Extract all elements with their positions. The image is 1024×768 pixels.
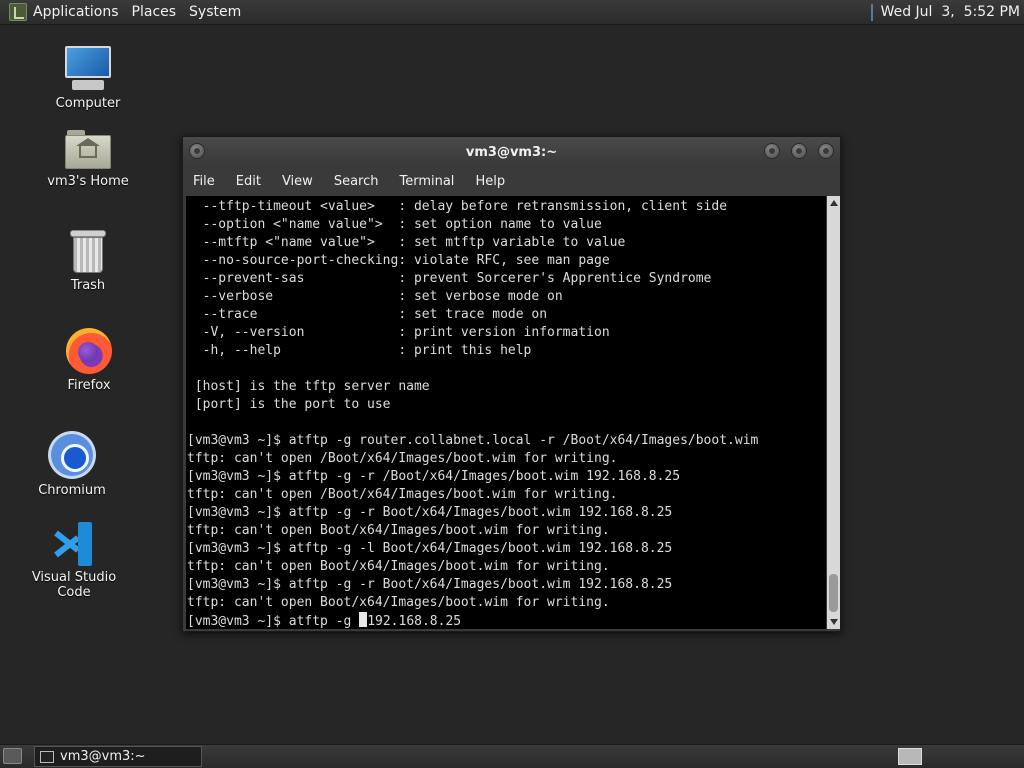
terminal-menubar: File Edit View Search Terminal Help [183, 167, 840, 196]
taskbar-window-label: vm3@vm3:~ [60, 749, 146, 764]
menu-terminal[interactable]: Terminal [399, 174, 454, 189]
minimize-button[interactable] [764, 143, 780, 159]
menu-view[interactable]: View [282, 174, 313, 189]
prompt-text: [vm3@vm3 ~]$ atftp -g [187, 614, 360, 629]
terminal-line: -h, --help : print this help [187, 343, 532, 358]
terminal-line: [port] is the port to use [187, 397, 391, 412]
terminal-line: [vm3@vm3 ~]$ atftp -g -l Boot/x64/Images… [187, 541, 673, 556]
show-desktop-icon[interactable] [3, 748, 22, 764]
window-title: vm3@vm3:~ [465, 144, 558, 160]
terminal-line: --mtftp <"name value"> : set mtftp varia… [187, 235, 626, 250]
desktop-icon-label: Chromium [38, 483, 106, 498]
terminal-line: -V, --version : print version informatio… [187, 325, 610, 340]
workspace-switcher[interactable] [898, 748, 922, 765]
desktop-icon-label: vm3's Home [47, 174, 129, 189]
menu-edit[interactable]: Edit [236, 174, 261, 189]
clock[interactable]: Wed Jul 3, 5:52 PM [881, 4, 1020, 20]
scroll-up-arrow-icon[interactable] [830, 200, 838, 206]
terminal-prompt-line[interactable]: [vm3@vm3 ~]$ atftp -g 192.168.8.25 [187, 612, 826, 629]
desktop-icon-trash[interactable]: Trash [28, 230, 148, 293]
terminal-line: tftp: can't open /Boot/x64/Images/boot.w… [187, 487, 618, 502]
terminal-scrollbar[interactable] [827, 196, 840, 629]
applications-logo-icon[interactable] [9, 3, 27, 21]
menu-file[interactable]: File [193, 174, 215, 189]
desktop-icon-home[interactable]: vm3's Home [28, 130, 148, 189]
terminal-titlebar[interactable]: vm3@vm3:~ [183, 137, 840, 167]
scroll-thumb[interactable] [829, 574, 838, 612]
firefox-icon [66, 328, 112, 374]
terminal-icon [40, 750, 54, 763]
close-button[interactable] [818, 143, 834, 159]
trash-icon [68, 230, 108, 274]
terminal-line: tftp: can't open Boot/x64/Images/boot.wi… [187, 595, 610, 610]
chromium-icon [48, 431, 96, 479]
desktop-icon-chromium[interactable]: Chromium [12, 431, 132, 498]
terminal-line: [vm3@vm3 ~]$ atftp -g -r /Boot/x64/Image… [187, 469, 681, 484]
desktop-icon-firefox[interactable]: Firefox [29, 328, 149, 393]
desktop-icon-vscode[interactable]: Visual Studio Code [14, 522, 134, 600]
terminal-output[interactable]: --tftp-timeout <value> : delay before re… [186, 196, 826, 629]
terminal-line: [vm3@vm3 ~]$ atftp -g router.collabnet.l… [187, 433, 759, 448]
terminal-line: --tftp-timeout <value> : delay before re… [187, 199, 728, 214]
computer-icon [64, 46, 112, 92]
menu-applications[interactable]: Applications [33, 4, 119, 20]
vscode-icon [52, 522, 96, 566]
terminal-line: tftp: can't open /Boot/x64/Images/boot.w… [187, 451, 618, 466]
top-panel: Applications Places System Wed Jul 3, 5:… [0, 0, 1024, 25]
terminal-line: [vm3@vm3 ~]$ atftp -g -r Boot/x64/Images… [187, 505, 673, 520]
terminal-line: --option <"name value"> : set option nam… [187, 217, 602, 232]
terminal-line: tftp: can't open Boot/x64/Images/boot.wi… [187, 559, 610, 574]
prompt-text-after-cursor: 192.168.8.25 [367, 614, 462, 629]
window-menu-button[interactable] [189, 143, 205, 159]
menu-help[interactable]: Help [475, 174, 505, 189]
menu-places[interactable]: Places [132, 4, 177, 20]
text-cursor [359, 612, 368, 627]
menu-search[interactable]: Search [334, 174, 379, 189]
tray-separator [870, 3, 873, 21]
terminal-line: --verbose : set verbose mode on [187, 289, 563, 304]
maximize-button[interactable] [791, 143, 807, 159]
terminal-window: vm3@vm3:~ File Edit View Search Terminal… [182, 136, 841, 632]
bottom-panel: vm3@vm3:~ [0, 744, 1024, 768]
terminal-line: --no-source-port-checking: violate RFC, … [187, 253, 610, 268]
menu-system[interactable]: System [189, 4, 241, 20]
terminal-line: --trace : set trace mode on [187, 307, 548, 322]
desktop-icon-label: Firefox [67, 378, 111, 393]
desktop-icon-label: Trash [70, 278, 106, 293]
terminal-line: tftp: can't open Boot/x64/Images/boot.wi… [187, 523, 610, 538]
desktop-icon-label: Computer [55, 96, 121, 111]
home-folder-icon [65, 130, 111, 170]
terminal-line: --prevent-sas : prevent Sorcerer's Appre… [187, 271, 712, 286]
scroll-down-arrow-icon[interactable] [830, 619, 838, 625]
desktop-icon-computer[interactable]: Computer [28, 46, 148, 111]
desktop-icon-label: Visual Studio Code [31, 570, 117, 600]
terminal-line: [vm3@vm3 ~]$ atftp -g -r Boot/x64/Images… [187, 577, 673, 592]
taskbar-window-button[interactable]: vm3@vm3:~ [34, 746, 202, 767]
terminal-line: [host] is the tftp server name [187, 379, 430, 394]
